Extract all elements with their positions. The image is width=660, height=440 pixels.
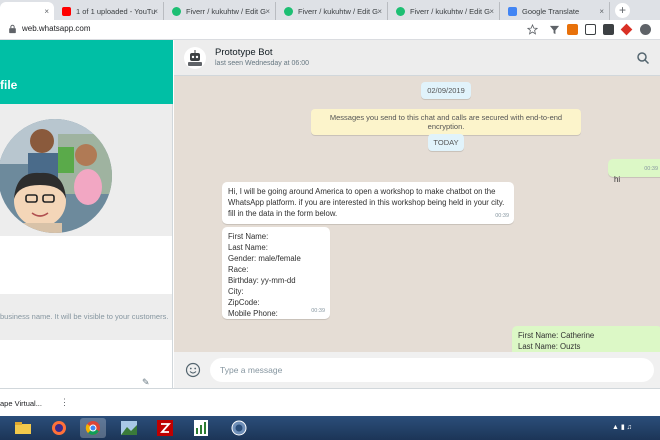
browser-tab-strip: × 1 of 1 uploaded - YouTu × Fiverr / kuk…: [0, 0, 660, 20]
firefox-icon[interactable]: [46, 418, 72, 438]
extension-dark-icon[interactable]: [603, 24, 614, 35]
download-item[interactable]: ape Virtual...: [0, 399, 42, 408]
filezilla-icon[interactable]: [152, 418, 178, 438]
date-pill: 02/09/2019: [421, 82, 471, 99]
contact-avatar[interactable]: [184, 47, 206, 69]
tab-label: Google Translate: [522, 6, 580, 16]
profile-photo[interactable]: [0, 119, 112, 233]
fiverr-icon: [172, 6, 181, 16]
message-bubble-incoming[interactable]: Hi, I will be going around America to op…: [222, 182, 514, 224]
message-bubble-incoming-form[interactable]: First Name: Last Name: Gender: male/fema…: [222, 227, 330, 319]
message-list[interactable]: 02/09/2019 Messages you send to this cha…: [174, 76, 660, 352]
contact-last-seen: last seen Wednesday at 06:00: [215, 60, 310, 67]
youtube-icon: [62, 6, 71, 16]
tab-label: Fiverr / kukuhtw / Edit G: [410, 6, 491, 16]
message-time: 00:39: [311, 308, 325, 314]
emoji-icon[interactable]: [185, 362, 201, 378]
chat-panel: Prototype Bot last seen Wednesday at 06:…: [174, 40, 660, 388]
close-icon[interactable]: ×: [599, 7, 604, 16]
profile-header: file: [0, 40, 173, 104]
download-menu-icon[interactable]: ⋮: [60, 397, 69, 408]
chat-header[interactable]: Prototype Bot last seen Wednesday at 06:…: [174, 40, 660, 76]
message-time: 00:39: [495, 213, 509, 219]
extension-orange-icon[interactable]: [567, 24, 578, 35]
whatsapp-app: file business name. It will be visible t…: [0, 40, 660, 388]
downloads-bar: ape Virtual... ⋮: [0, 388, 660, 416]
system-tray[interactable]: ▲ ▮ ♫: [612, 423, 632, 431]
robot-icon: [188, 50, 202, 66]
tab-label: Fiverr / kukuhtw / Edit G: [186, 6, 267, 16]
message-bubble-outgoing-reply[interactable]: First Name: Catherine Last Name: Ouzts: [512, 326, 660, 352]
lock-icon[interactable]: [8, 24, 17, 34]
new-tab-button[interactable]: +: [615, 3, 630, 18]
address-bar: web.whatsapp.com: [0, 20, 660, 40]
message-text: First Name: Catherine Last Name: Ouzts: [518, 331, 595, 351]
tab-fiverr-3[interactable]: Fiverr / kukuhtw / Edit G ×: [390, 2, 500, 20]
message-text: hi: [614, 175, 621, 184]
message-composer: [174, 352, 660, 388]
fiverr-icon: [284, 6, 293, 16]
tab-youtube[interactable]: 1 of 1 uploaded - YouTu ×: [56, 2, 164, 20]
extension-square-icon[interactable]: [585, 24, 596, 35]
profile-title: file: [0, 78, 18, 92]
edit-pencil-icon[interactable]: ✎: [142, 377, 150, 388]
tab-google-translate[interactable]: Google Translate ×: [502, 2, 610, 20]
search-icon[interactable]: [636, 51, 650, 65]
close-icon[interactable]: ×: [489, 7, 494, 16]
bookmark-star-icon[interactable]: [527, 24, 538, 35]
tab-fiverr-1[interactable]: Fiverr / kukuhtw / Edit G ×: [166, 2, 276, 20]
tab-label: Fiverr / kukuhtw / Edit G: [298, 6, 379, 16]
message-text: First Name: Last Name: Gender: male/fema…: [228, 232, 301, 318]
filter-extension-icon[interactable]: [549, 24, 560, 35]
os-taskbar: ▲ ▮ ♫: [0, 416, 660, 440]
translate-icon: [508, 6, 517, 16]
close-icon[interactable]: ×: [44, 7, 49, 16]
spreadsheet-icon[interactable]: [188, 418, 214, 438]
fiverr-icon: [396, 6, 405, 16]
close-icon[interactable]: ×: [153, 7, 158, 16]
message-text: Hi, I will be going around America to op…: [228, 187, 505, 218]
encryption-notice[interactable]: Messages you send to this chat and calls…: [311, 109, 581, 135]
message-input[interactable]: [210, 358, 654, 382]
extension-red-icon[interactable]: [620, 23, 633, 36]
photo-viewer-icon[interactable]: [116, 418, 142, 438]
profile-business-description: business name. It will be visible to you…: [0, 312, 169, 321]
profile-drawer: file business name. It will be visible t…: [0, 40, 173, 388]
tab-whatsapp[interactable]: ×: [0, 2, 54, 20]
close-icon[interactable]: ×: [265, 7, 270, 16]
app-circle-icon[interactable]: [226, 418, 252, 438]
file-explorer-icon[interactable]: [10, 418, 36, 438]
chrome-icon[interactable]: [80, 418, 106, 438]
today-pill: TODAY: [428, 134, 464, 151]
url-text[interactable]: web.whatsapp.com: [22, 24, 90, 33]
contact-name: Prototype Bot: [215, 47, 273, 58]
extension-gray-icon[interactable]: [640, 24, 651, 35]
message-time: 00:39: [644, 166, 658, 172]
profile-name-section: [0, 236, 172, 294]
tab-fiverr-2[interactable]: Fiverr / kukuhtw / Edit G ×: [278, 2, 388, 20]
close-icon[interactable]: ×: [377, 7, 382, 16]
tab-label: 1 of 1 uploaded - YouTu: [76, 6, 156, 16]
message-bubble-outgoing[interactable]: hi 00:39: [608, 159, 660, 184]
